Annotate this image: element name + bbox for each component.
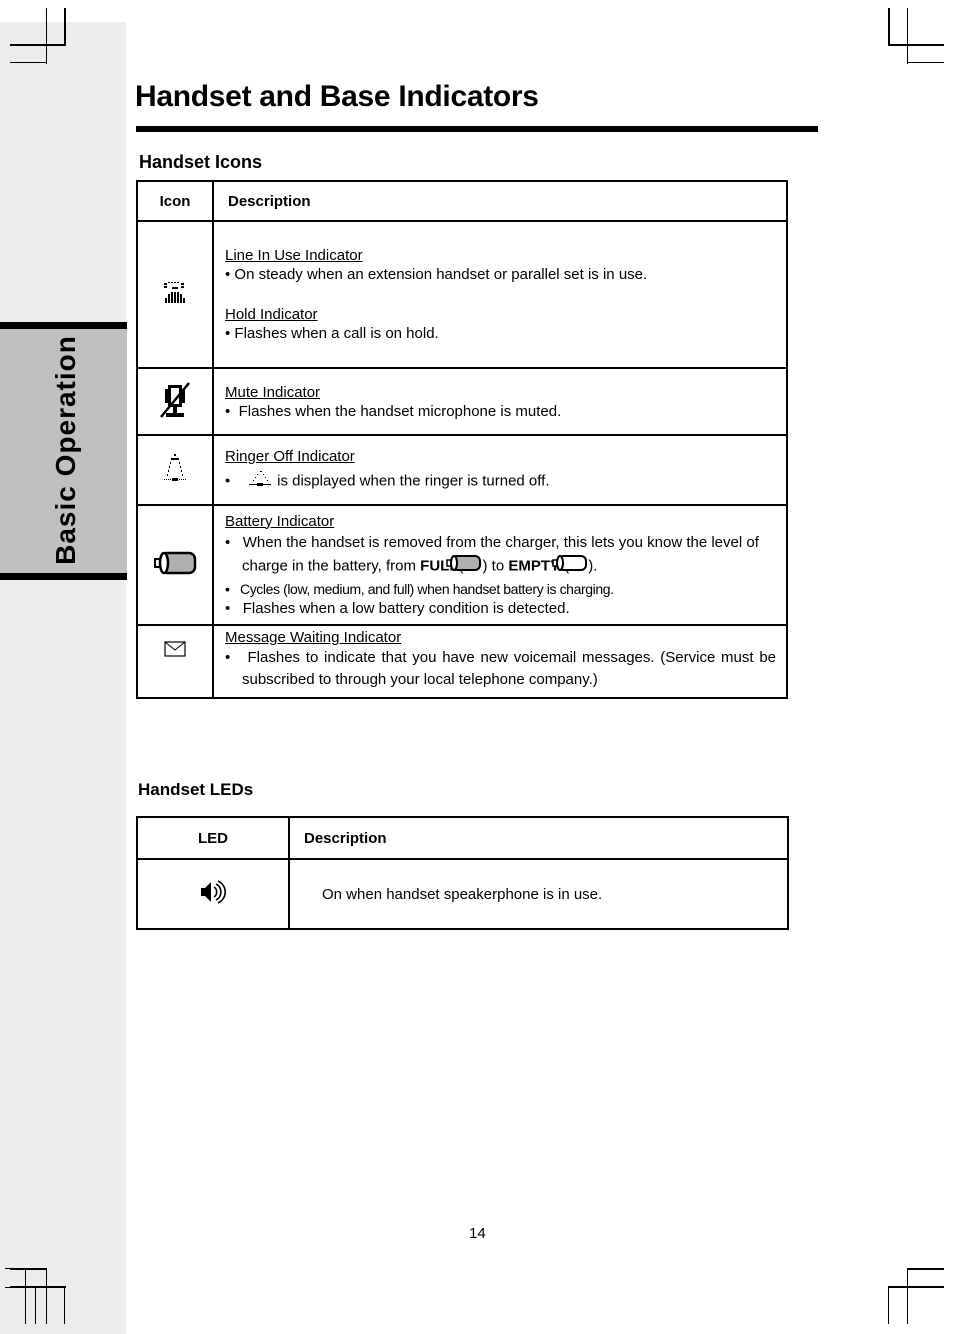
icon-cell: [136, 220, 214, 369]
battery-bullet-2: • Cycles (low, medium, and full) when ha…: [225, 580, 614, 597]
icon-cell: [136, 434, 214, 506]
ringer-off-bullet-line: • is displayed when the ringer is turned…: [225, 470, 776, 493]
table-header-row: LED Description: [136, 816, 789, 860]
side-margin-strip: [0, 22, 126, 1334]
page-number: 14: [469, 1225, 486, 1242]
icon-cell: [136, 858, 290, 930]
line-in-use-hold-icon: [161, 281, 189, 310]
message-waiting-heading: Message Waiting Indicator: [225, 629, 402, 646]
column-header-description: Description: [212, 180, 788, 222]
table-row: Message Waiting Indicator • Flashes to i…: [136, 624, 788, 699]
message-waiting-bullet: • Flashes to indicate that you have new …: [225, 649, 777, 688]
section-tab-label: Basic Operation: [50, 335, 81, 565]
icon-cell: [136, 624, 214, 699]
battery-heading: Battery Indicator: [225, 512, 335, 530]
handset-icons-title: Handset Icons: [139, 152, 263, 172]
ringer-off-bullet-text: is displayed when the ringer is turned o…: [277, 472, 550, 490]
page-title: Handset and Base Indicators: [135, 80, 539, 113]
column-header-description: Description: [288, 816, 789, 860]
battery-bullet-3: • Flashes when a low battery condition i…: [225, 599, 570, 617]
message-waiting-icon: [163, 641, 187, 662]
line-in-use-bullet: • On steady when an extension handset or…: [225, 266, 648, 283]
led-description-cell: On when handset speakerphone is in use.: [288, 858, 789, 930]
battery-full-icon: [446, 554, 482, 579]
ringer-off-heading: Ringer Off Indicator: [225, 448, 355, 465]
mute-bullet: • Flashes when the handset microphone is…: [225, 402, 562, 420]
column-header-icon: Icon: [136, 180, 214, 222]
description-cell: Ringer Off Indicator • is displayed when…: [212, 434, 788, 506]
ringer-off-icon: [161, 454, 189, 488]
hold-heading: Hold Indicator: [225, 306, 318, 323]
handset-icons-table: Icon Description Line In Use Indicator •…: [136, 180, 788, 699]
mute-icon: [157, 381, 193, 425]
battery-icon: [153, 551, 197, 580]
table-row: Line In Use Indicator • On steady when a…: [136, 220, 788, 369]
description-cell: Mute Indicator • Flashes when the handse…: [212, 367, 788, 436]
mute-heading: Mute Indicator: [225, 383, 321, 401]
speakerphone-icon: [198, 880, 228, 910]
battery-empty-icon: [552, 554, 588, 579]
column-header-led: LED: [136, 816, 290, 860]
title-rule: [136, 126, 818, 132]
handset-leds-title: Handset LEDs: [138, 780, 254, 799]
table-row: On when handset speakerphone is in use.: [136, 858, 789, 930]
battery-bullet-1: • When the handset is removed from the c…: [225, 532, 776, 579]
handset-leds-table: LED Description On when handset speakerp…: [136, 816, 789, 930]
icon-cell: [136, 504, 214, 626]
table-header-row: Icon Description: [136, 180, 788, 222]
hold-bullet: • Flashes when a call is on hold.: [225, 325, 439, 342]
description-cell: Message Waiting Indicator • Flashes to i…: [212, 624, 788, 699]
description-cell: Line In Use Indicator • On steady when a…: [212, 220, 788, 369]
table-row: Ringer Off Indicator • is displayed when…: [136, 434, 788, 506]
description-cell: Battery Indicator • When the handset is …: [212, 504, 788, 626]
line-in-use-heading: Line In Use Indicator: [225, 247, 363, 264]
icon-cell: [136, 367, 214, 436]
ringer-off-inline-icon: [247, 470, 273, 493]
table-row: Battery Indicator • When the handset is …: [136, 504, 788, 626]
table-row: Mute Indicator • Flashes when the handse…: [136, 367, 788, 436]
